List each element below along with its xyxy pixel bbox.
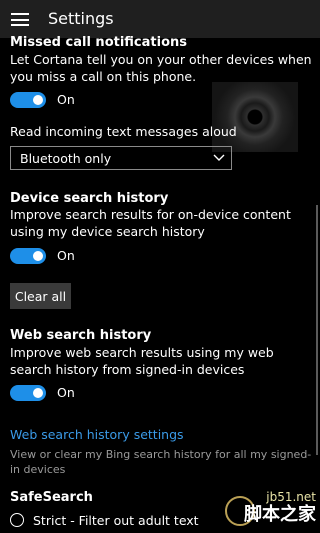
web-search-description: Improve web search results using my web … (10, 345, 274, 377)
web-search-link-caption: View or clear my Bing search history for… (10, 448, 312, 476)
dropdown-selected-value: Bluetooth only (20, 151, 112, 166)
read-messages-label: Read incoming text messages aloud (10, 124, 237, 139)
web-search-settings-link[interactable]: Web search history settings (10, 426, 184, 443)
web-search-heading: Web search history (10, 328, 152, 343)
device-search-toggle-label: On (57, 248, 75, 263)
missed-call-heading: Missed call notifications (10, 35, 187, 50)
web-search-toggle-label: On (57, 385, 75, 400)
clear-all-button[interactable]: Clear all (10, 283, 71, 309)
device-search-description: Improve search results for on-device con… (10, 207, 291, 239)
device-search-heading: Device search history (10, 191, 169, 206)
device-search-toggle[interactable] (10, 248, 46, 264)
safesearch-strict-label: Strict - Filter out adult text (33, 513, 199, 528)
missed-call-toggle[interactable] (10, 92, 46, 108)
scrollbar[interactable] (316, 205, 318, 455)
read-messages-dropdown[interactable]: Bluetooth only (10, 146, 232, 170)
page-title: Settings (48, 9, 114, 28)
camera-overlay-image (212, 82, 298, 152)
missed-call-toggle-label: On (57, 92, 75, 107)
watermark: jb51.net 脚本之家 (244, 490, 316, 526)
watermark-text: 脚本之家 (244, 504, 316, 525)
watermark-site: jb51.net (266, 490, 316, 504)
safesearch-heading: SafeSearch (10, 490, 93, 505)
missed-call-description: Let Cortana tell you on your other devic… (10, 52, 312, 84)
safesearch-strict-radio[interactable] (10, 513, 24, 527)
chevron-down-icon (213, 150, 225, 169)
hamburger-menu-icon[interactable] (11, 13, 29, 26)
app-header: Settings (0, 0, 320, 38)
web-search-toggle[interactable] (10, 385, 46, 401)
